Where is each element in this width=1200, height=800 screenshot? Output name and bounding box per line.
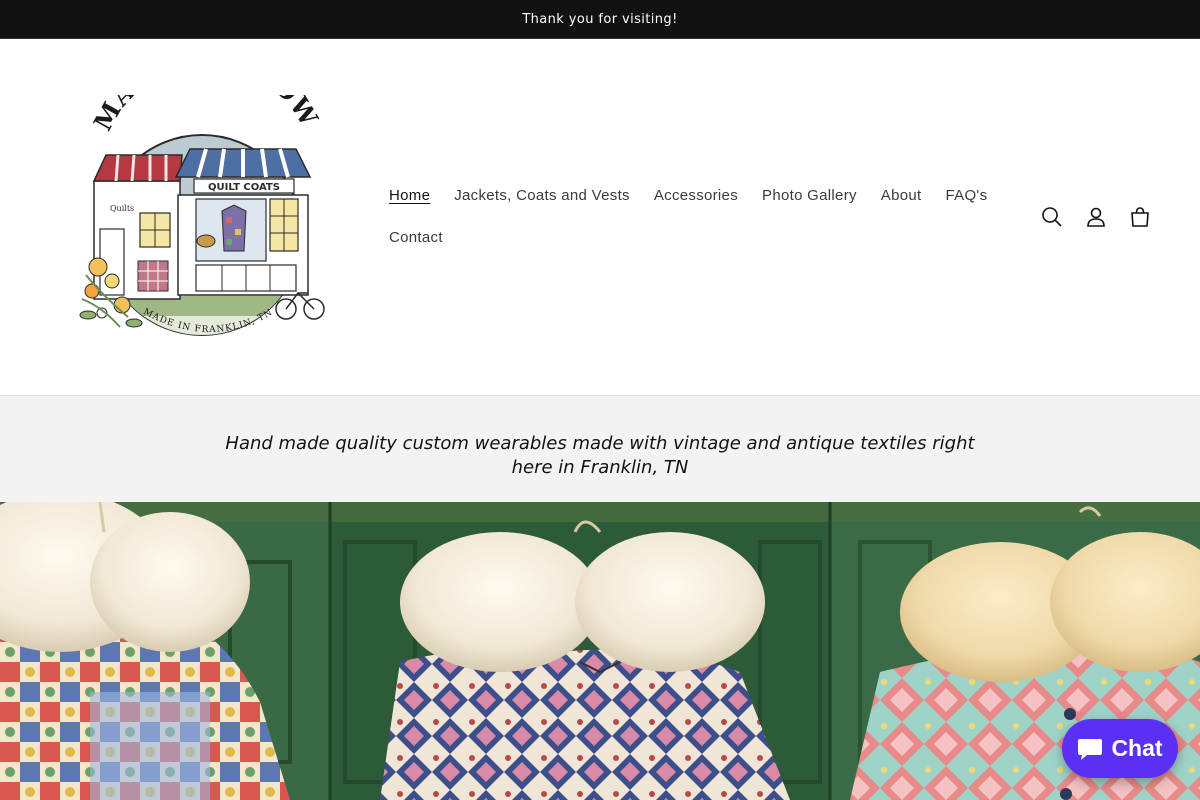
nav-item-accessories[interactable]: Accessories [642,181,750,223]
header-icons [1030,203,1162,231]
site-header: Quilts QUILT COATS M W MADE IN FRANKLIN,… [0,39,1200,396]
logo-side-sign: Quilts [110,204,134,213]
search-button[interactable] [1030,203,1074,231]
nav-item-home[interactable]: Home [377,181,442,223]
tagline-section: Hand made quality custom wearables made … [0,396,1200,502]
chat-button[interactable]: Chat [1062,719,1178,778]
cart-button[interactable] [1118,203,1162,231]
nav-item-photo-gallery[interactable]: Photo Gallery [750,181,869,223]
nav-item-contact[interactable]: Contact [377,223,455,265]
logo-brand: MABEL & SNOW [88,95,324,135]
nav-item-about[interactable]: About [869,181,934,223]
announcement-bar: Thank you for visiting! [0,0,1200,39]
announcement-text: Thank you for visiting! [522,11,678,27]
main-nav: Home Jackets, Coats and Vests Accessorie… [377,181,1017,265]
tagline-text: Hand made quality custom wearables made … [225,433,975,478]
site-logo[interactable]: Quilts QUILT COATS M W MADE IN FRANKLIN,… [72,95,326,341]
logo-shop-sign: QUILT COATS [208,182,280,193]
chat-label: Chat [1111,735,1163,761]
account-button[interactable] [1074,203,1118,231]
hero-image [0,502,1200,800]
nav-item-jackets-coats-vests[interactable]: Jackets, Coats and Vests [442,181,642,223]
chat-icon [1078,738,1103,760]
nav-item-faqs[interactable]: FAQ's [934,181,1000,223]
cart-icon [1131,207,1149,227]
account-icon [1087,207,1105,227]
search-icon [1042,207,1062,227]
hero-photo [0,502,1200,800]
